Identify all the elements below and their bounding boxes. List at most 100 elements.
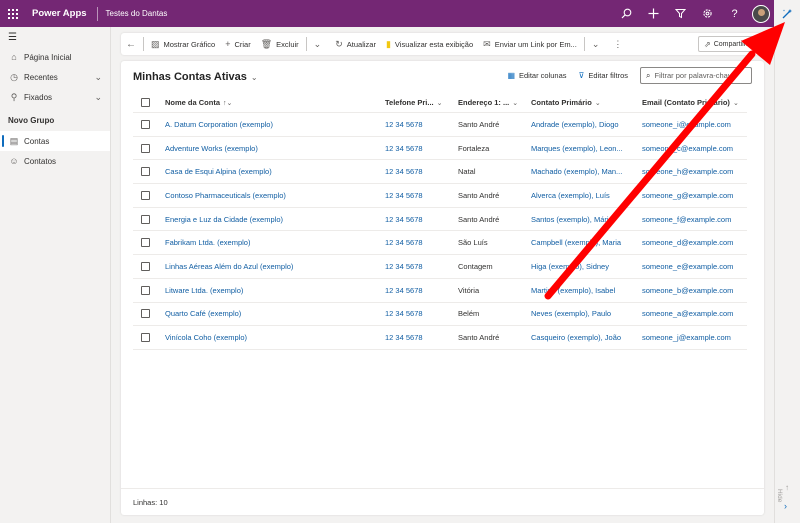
email-link[interactable]: someone_d@example.com — [642, 231, 747, 254]
column-header-address[interactable]: Endereço 1: ... ⌄ — [458, 93, 526, 112]
view-selector[interactable]: Minhas Contas Ativas ⌄ — [133, 71, 258, 83]
account-name-link[interactable]: Casa de Esqui Alpina (exemplo) — [165, 160, 379, 183]
phone-link[interactable]: 12 34 5678 — [385, 326, 453, 349]
row-checkbox[interactable] — [141, 160, 152, 183]
hide-label[interactable]: Hide — [776, 489, 783, 502]
primary-contact-link[interactable]: Machado (exemplo), Man... — [531, 160, 635, 183]
email-link-button[interactable]: ✉ Enviar um Link por Em... — [478, 33, 582, 55]
row-checkbox[interactable] — [141, 326, 152, 349]
sidebar-item-contas[interactable]: ▤ Contas — [0, 131, 110, 151]
phone-link[interactable]: 12 34 5678 — [385, 279, 453, 302]
table-row[interactable]: Contoso Pharmaceuticals (exemplo) 12 34 5… — [133, 184, 747, 208]
table-row[interactable]: Litware Ltda. (exemplo) 12 34 5678 Vitória… — [133, 279, 747, 303]
chevron-down-icon[interactable]: ⌄ — [94, 92, 102, 103]
primary-contact-link[interactable]: Casqueiro (exemplo), João — [531, 326, 635, 349]
account-name-link[interactable]: Vinícola Coho (exemplo) — [165, 326, 379, 349]
avatar[interactable] — [752, 4, 770, 23]
phone-link[interactable]: 12 34 5678 — [385, 255, 453, 278]
phone-link[interactable]: 12 34 5678 — [385, 231, 453, 254]
column-header-phone[interactable]: Telefone Pri... ⌄ — [385, 93, 453, 112]
visualize-view-button[interactable]: ▮ Visualizar esta exibição — [381, 33, 478, 55]
gear-icon[interactable] — [694, 0, 721, 27]
row-checkbox[interactable] — [141, 303, 152, 326]
edit-columns-button[interactable]: ▦ Editar colunas — [507, 71, 566, 80]
chevron-right-icon[interactable]: › — [784, 501, 787, 511]
create-button[interactable]: + Criar — [220, 33, 256, 55]
email-link[interactable]: someone_g@example.com — [642, 184, 747, 207]
table-row[interactable]: Energia e Luz da Cidade (exemplo) 12 34 5… — [133, 208, 747, 232]
more-commands-button[interactable]: ⋮ — [608, 33, 631, 55]
primary-contact-link[interactable]: Santos (exemplo), Mário — [531, 208, 635, 231]
copilot-icon[interactable] — [774, 0, 800, 27]
show-chart-button[interactable]: ▨ Mostrar Gráfico — [146, 33, 220, 55]
app-launcher-icon[interactable] — [0, 0, 26, 27]
account-name-link[interactable]: Energia e Luz da Cidade (exemplo) — [165, 208, 379, 231]
row-checkbox[interactable] — [141, 184, 152, 207]
table-row[interactable]: A. Datum Corporation (exemplo) 12 34 5678… — [133, 113, 747, 137]
email-options-button[interactable]: ⌄ — [587, 33, 609, 55]
primary-contact-link[interactable]: Martins (exemplo), Isabel — [531, 279, 635, 302]
plus-icon[interactable] — [640, 0, 667, 27]
nav-item-home[interactable]: ⌂ Página Inicial — [0, 47, 110, 67]
keyword-filter-input[interactable]: ⌕ Filtrar por palavra-chave — [640, 67, 752, 84]
search-icon[interactable] — [613, 0, 640, 27]
account-name-link[interactable]: Contoso Pharmaceuticals (exemplo) — [165, 184, 379, 207]
primary-contact-link[interactable]: Marques (exemplo), Leon... — [531, 137, 635, 160]
column-header-contact[interactable]: Contato Primário ⌄ — [531, 93, 635, 112]
account-name-link[interactable]: Linhas Aéreas Além do Azul (exemplo) — [165, 255, 379, 278]
account-name-link[interactable]: Litware Ltda. (exemplo) — [165, 279, 379, 302]
share-button[interactable]: ⇗ Compartilhar — [698, 36, 758, 52]
account-name-link[interactable]: A. Datum Corporation (exemplo) — [165, 113, 379, 136]
table-row[interactable]: Quarto Café (exemplo) 12 34 5678 Belém Neve… — [133, 303, 747, 327]
more-delete-options-button[interactable]: ⌄ — [309, 33, 331, 55]
row-checkbox[interactable] — [141, 208, 152, 231]
sidebar-item-contatos[interactable]: ☺ Contatos — [0, 151, 110, 171]
select-all-checkbox[interactable] — [141, 93, 152, 112]
phone-link[interactable]: 12 34 5678 — [385, 208, 453, 231]
email-link[interactable]: someone_i@example.com — [642, 113, 747, 136]
email-link[interactable]: someone_h@example.com — [642, 160, 747, 183]
account-name-link[interactable]: Quarto Café (exemplo) — [165, 303, 379, 326]
row-checkbox[interactable] — [141, 279, 152, 302]
table-row[interactable]: Adventure Works (exemplo) 12 34 5678 Forta… — [133, 137, 747, 161]
phone-link[interactable]: 12 34 5678 — [385, 184, 453, 207]
app-name[interactable]: Power Apps — [26, 8, 97, 19]
table-row[interactable]: Linhas Aéreas Além do Azul (exemplo) 12 3… — [133, 255, 747, 279]
delete-button[interactable]: 🗑︎ Excluir — [256, 33, 304, 55]
help-icon[interactable]: ? — [721, 0, 748, 27]
phone-link[interactable]: 12 34 5678 — [385, 160, 453, 183]
column-header-email[interactable]: Email (Contato Primário) ⌄ — [642, 93, 747, 112]
primary-contact-link[interactable]: Neves (exemplo), Paulo — [531, 303, 635, 326]
refresh-button[interactable]: ↻ Atualizar — [330, 33, 381, 55]
table-row[interactable]: Vinícola Coho (exemplo) 12 34 5678 Santo A… — [133, 326, 747, 350]
primary-contact-link[interactable]: Alverca (exemplo), Luís — [531, 184, 635, 207]
column-header-name[interactable]: Nome da Conta ↑⌄ — [165, 93, 379, 112]
row-checkbox[interactable] — [141, 137, 152, 160]
email-link[interactable]: someone_f@example.com — [642, 208, 747, 231]
email-link[interactable]: someone_j@example.com — [642, 326, 747, 349]
edit-filters-button[interactable]: ⊽ Editar filtros — [579, 71, 628, 80]
email-link[interactable]: someone_b@example.com — [642, 279, 747, 302]
chevron-down-icon[interactable]: ⌄ — [94, 72, 102, 83]
account-name-link[interactable]: Fabrikam Ltda. (exemplo) — [165, 231, 379, 254]
phone-link[interactable]: 12 34 5678 — [385, 113, 453, 136]
primary-contact-link[interactable]: Andrade (exemplo), Diogo — [531, 113, 635, 136]
email-link[interactable]: someone_c@example.com — [642, 137, 747, 160]
account-name-link[interactable]: Adventure Works (exemplo) — [165, 137, 379, 160]
primary-contact-link[interactable]: Campbell (exemplo), Maria — [531, 231, 635, 254]
row-checkbox[interactable] — [141, 231, 152, 254]
hamburger-menu-icon[interactable]: ☰ — [0, 27, 110, 47]
table-row[interactable]: Fabrikam Ltda. (exemplo) 12 34 5678 São Lu… — [133, 231, 747, 256]
table-row[interactable]: Casa de Esqui Alpina (exemplo) 12 34 5678… — [133, 160, 747, 185]
phone-link[interactable]: 12 34 5678 — [385, 137, 453, 160]
phone-link[interactable]: 12 34 5678 — [385, 303, 453, 326]
row-checkbox[interactable] — [141, 113, 152, 136]
primary-contact-link[interactable]: Higa (exemplo), Sidney — [531, 255, 635, 278]
email-link[interactable]: someone_e@example.com — [642, 255, 747, 278]
back-button[interactable]: ← — [121, 33, 141, 55]
environment-name[interactable]: Testes do Dantas — [98, 9, 168, 18]
nav-item-pinned[interactable]: ⚲ Fixados ⌄ — [0, 87, 110, 107]
row-checkbox[interactable] — [141, 255, 152, 278]
nav-item-recent[interactable]: ◷ Recentes ⌄ — [0, 67, 110, 87]
filter-icon[interactable] — [667, 0, 694, 27]
